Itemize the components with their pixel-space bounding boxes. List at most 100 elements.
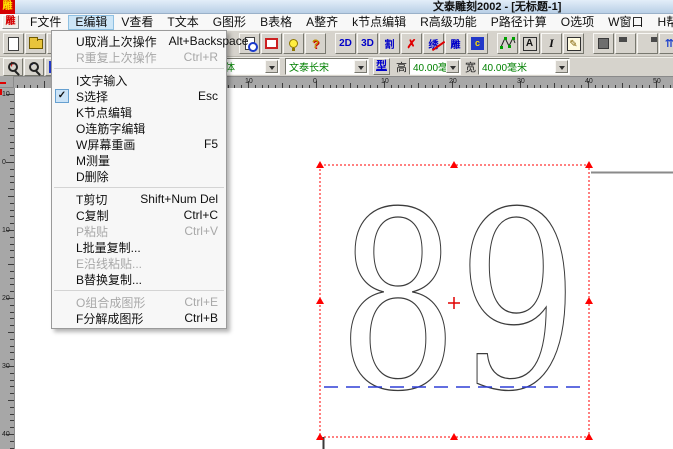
view-3d-button[interactable]: 3D — [357, 33, 378, 54]
selection-handle[interactable] — [316, 297, 324, 304]
menubar-item-path-calc[interactable]: P路径计算 — [484, 15, 554, 30]
fill-solid-button[interactable] — [593, 33, 614, 54]
tip-lightbulb-icon — [289, 39, 298, 48]
node-edit-button[interactable] — [497, 33, 518, 54]
align-center-button[interactable] — [615, 33, 636, 54]
menu-separator — [54, 187, 224, 188]
menu-separator — [54, 290, 224, 291]
menubar-item-options[interactable]: O选项 — [554, 15, 601, 30]
edit-dropdown-menu: U取消上次操作Alt+BackspaceR重复上次操作Ctrl+RI文字输入✓S… — [51, 30, 227, 329]
node-zigzag-icon — [499, 35, 517, 52]
page-frame-icon — [265, 38, 278, 49]
color-chip-button[interactable]: c — [467, 33, 488, 54]
menubar-item-help[interactable]: H帮助 — [650, 15, 673, 30]
menu-item-shortcut: Ctrl+V — [172, 224, 218, 238]
menubar-item-view[interactable]: V查看 — [114, 15, 160, 30]
zoom-in-button[interactable]: + — [3, 58, 23, 76]
chevron-down-icon[interactable] — [446, 60, 459, 73]
zoom-out-button[interactable]: - — [24, 58, 44, 76]
vruler-label: 10 — [2, 227, 10, 234]
menu-item-redraw-screen[interactable]: W屏幕重画 F5 — [52, 136, 226, 152]
open-file-button[interactable] — [25, 33, 46, 54]
menu-item-label: W屏幕重画 — [76, 136, 135, 153]
fill-solid-icon — [598, 38, 609, 49]
menu-bar: 雕 F文件E编辑V查看T文本G图形B表格A整齐k节点编辑R高级功能P路径计算O选… — [0, 14, 673, 30]
menu-item-cut[interactable]: T剪切Shift+Num Del — [52, 191, 226, 207]
hruler-label: 0 — [313, 78, 317, 85]
chevron-down-icon[interactable] — [354, 60, 367, 73]
cutting-button[interactable]: 割 — [379, 33, 400, 54]
text-frame-icon: A — [523, 37, 537, 51]
menubar-item-file[interactable]: F文件 — [23, 15, 68, 30]
menubar-item-align[interactable]: A整齐 — [299, 15, 345, 30]
height-combo[interactable]: 40.00毫米 — [409, 58, 461, 75]
menu-item-delete[interactable]: D删除 — [52, 168, 226, 184]
menu-item-label: R重复上次操作 — [76, 49, 157, 66]
selection-handle[interactable] — [316, 433, 324, 440]
width-combo-value: 40.00毫米 — [482, 59, 527, 74]
menu-item-label: K节点编辑 — [76, 104, 132, 121]
menu-item-node-edit[interactable]: K节点编辑 — [52, 104, 226, 120]
menu-item-undo[interactable]: U取消上次操作Alt+Backspace — [52, 33, 226, 49]
menu-item-batch-copy[interactable]: L批量复制... — [52, 239, 226, 255]
app-icon: 雕 — [0, 0, 15, 14]
baseline-button[interactable]: ⇈ — [659, 33, 673, 54]
menu-item-ungroup[interactable]: F分解成图形Ctrl+B — [52, 310, 226, 326]
hruler-label: 40 — [585, 78, 593, 85]
height-label: 高 — [396, 59, 407, 75]
text-frame-button[interactable]: A — [519, 33, 540, 54]
align-right-button[interactable] — [637, 33, 658, 54]
menu-item-shortcut: Ctrl+E — [172, 295, 218, 309]
menubar-item-graphics[interactable]: G图形 — [206, 15, 253, 30]
menu-item-shortcut: Alt+Backspace — [157, 34, 249, 48]
selection-handle[interactable] — [585, 433, 593, 440]
menu-item-text-input[interactable]: I文字输入 — [52, 72, 226, 88]
width-label: 宽 — [465, 59, 476, 75]
menubar-item-table[interactable]: B表格 — [253, 15, 299, 30]
open-file-icon — [29, 39, 43, 49]
selection-handle[interactable] — [585, 297, 593, 304]
magnifier-icon — [8, 62, 18, 72]
menu-item-shortcut: F5 — [192, 137, 218, 151]
menu-item-replace-copy[interactable]: B替换复制... — [52, 271, 226, 287]
view-2d-button[interactable]: 2D — [335, 33, 356, 54]
italic-button[interactable]: I — [541, 33, 562, 54]
menu-item-select[interactable]: ✓S选择Esc — [52, 88, 226, 104]
selection-handle[interactable] — [316, 161, 324, 168]
menubar-item-text[interactable]: T文本 — [160, 15, 205, 30]
hruler-label: 10 — [381, 78, 389, 85]
delete-toolpath-button[interactable]: ✗ — [401, 33, 422, 54]
text-edit-button[interactable]: ✎ — [563, 33, 584, 54]
menubar-item-window[interactable]: W窗口 — [601, 15, 650, 30]
menubar-item-edit[interactable]: E编辑 — [68, 15, 114, 30]
menu-item-label: S选择 — [76, 88, 108, 105]
font-category-combo[interactable]: 体 — [221, 58, 280, 75]
engrave-button[interactable]: 雕 — [445, 33, 466, 54]
width-combo[interactable]: 40.00毫米 — [478, 58, 570, 75]
chevron-down-icon[interactable] — [555, 60, 568, 73]
menu-item-stroke-edit[interactable]: O连筋字编辑 — [52, 120, 226, 136]
title-bar: 雕 文泰雕刻2002 - [无标题-1] — [0, 0, 673, 14]
menu-item-copy[interactable]: C复制Ctrl+C — [52, 207, 226, 223]
embroidery-button[interactable]: 绣 — [423, 33, 444, 54]
menubar-item-advanced[interactable]: R高级功能 — [413, 15, 484, 30]
new-document-button[interactable] — [3, 33, 24, 54]
ruler-tick — [44, 81, 45, 88]
tip-lightbulb-button[interactable] — [283, 33, 304, 54]
page-frame-button[interactable] — [261, 33, 282, 54]
font-name-combo[interactable]: 文泰长宋 — [285, 58, 369, 75]
menu-item-measure[interactable]: M测量 — [52, 152, 226, 168]
selection-handle[interactable] — [585, 161, 593, 168]
menu-item-label: B替换复制... — [76, 271, 142, 288]
document-window-icon[interactable]: 雕 — [2, 15, 19, 29]
menu-item-shortcut: Ctrl+B — [172, 311, 218, 325]
engrave-icon: 雕 — [451, 36, 461, 51]
menubar-item-node-edit[interactable]: k节点编辑 — [345, 15, 413, 30]
type-button[interactable]: 型 — [373, 58, 390, 75]
help-button[interactable]: ? — [305, 33, 326, 54]
view-3d-icon: 3D — [361, 38, 374, 49]
embroidery-icon: 绣 — [429, 36, 439, 51]
chevron-down-icon[interactable] — [265, 60, 278, 73]
menu-item-label: P粘贴 — [76, 223, 108, 240]
menu-item-shortcut: Shift+Num Del — [128, 192, 218, 206]
